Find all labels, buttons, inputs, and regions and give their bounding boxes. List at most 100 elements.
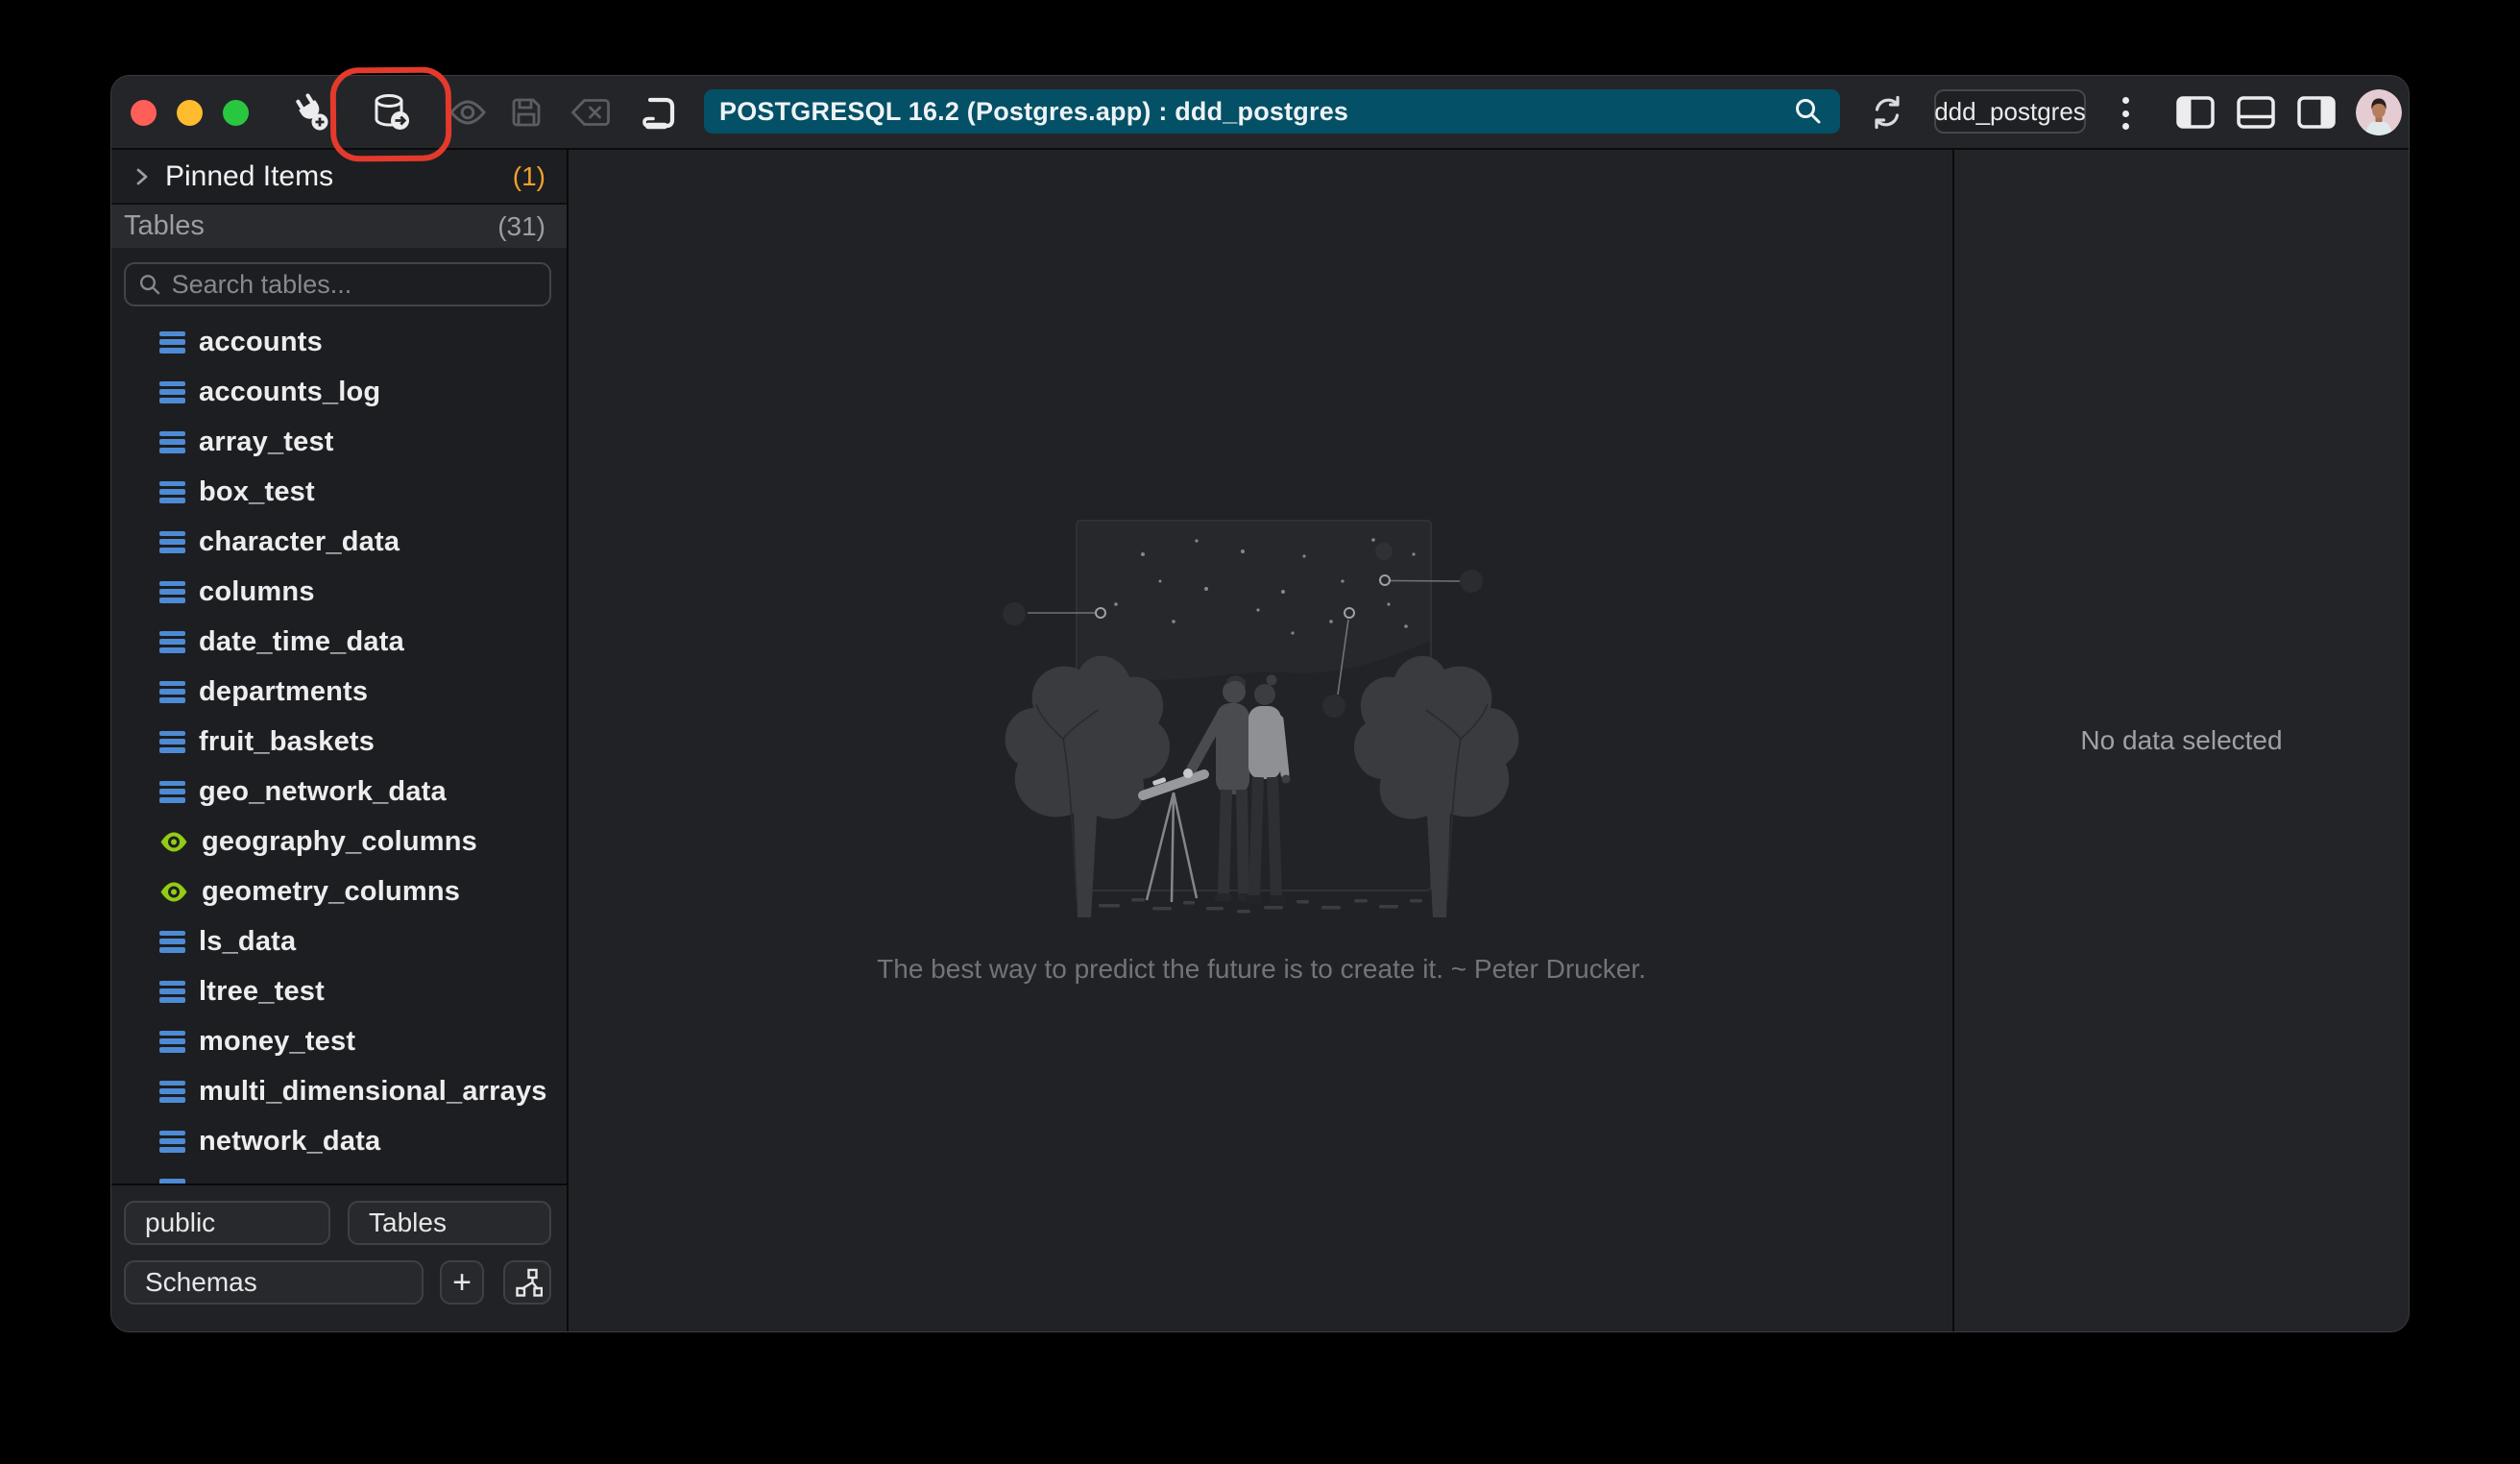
app-window: POSTGRESQL 16.2 (Postgres.app) : ddd_pos… <box>110 75 2410 1332</box>
detail-panel: No data selected <box>1952 150 2409 1331</box>
table-icon <box>159 331 185 354</box>
table-name: money_test <box>199 1026 355 1058</box>
table-row[interactable]: fruit_baskets <box>111 717 567 767</box>
table-icon <box>159 731 185 753</box>
table-icon <box>159 1081 185 1103</box>
schema-name: public <box>145 1208 215 1238</box>
table-icon <box>159 581 185 603</box>
table-name: box_test <box>199 476 315 508</box>
add-schema-button[interactable]: + <box>440 1260 484 1305</box>
toggle-left-panel-icon[interactable] <box>2176 96 2215 129</box>
table-row[interactable]: money_test <box>111 1016 567 1066</box>
schemas-label: Schemas <box>145 1267 257 1298</box>
minimize-window-button[interactable] <box>177 100 203 126</box>
table-name: geo_network_data <box>199 776 447 808</box>
table-row[interactable]: columns <box>111 567 567 617</box>
toggle-right-panel-icon[interactable] <box>2297 96 2336 129</box>
table-name: departments <box>199 676 368 708</box>
table-search-box[interactable] <box>124 262 551 306</box>
table-row[interactable]: array_test <box>111 417 567 467</box>
search-icon[interactable] <box>1792 95 1825 128</box>
table-name: accounts_log <box>199 377 380 408</box>
table-name: accounts <box>199 327 323 358</box>
table-name: ltree_test <box>199 976 325 1008</box>
schemas-button[interactable]: Schemas <box>124 1260 424 1305</box>
table-row[interactable]: ls_data <box>111 916 567 966</box>
avatar-photo <box>2356 89 2402 135</box>
database-switch-label: ddd_postgres <box>1934 97 2086 127</box>
tables-section-header[interactable]: Tables (31) <box>111 205 567 248</box>
tables-header-label: Tables <box>124 210 497 242</box>
table-icon <box>159 1131 185 1153</box>
table-name: multi_dimensional_arrays <box>199 1076 547 1108</box>
table-row[interactable]: accounts <box>111 317 567 367</box>
table-name: fruit_baskets <box>199 726 375 758</box>
toolbar: POSTGRESQL 16.2 (Postgres.app) : ddd_pos… <box>111 76 2409 150</box>
connection-title: POSTGRESQL 16.2 (Postgres.app) : ddd_pos… <box>719 97 1792 127</box>
search-icon <box>137 271 162 298</box>
table-icon <box>159 1031 185 1053</box>
sidebar-footer: public Tables Schemas + <box>111 1183 567 1331</box>
table-icon <box>159 431 185 453</box>
er-diagram-button[interactable] <box>503 1260 551 1305</box>
stargazing-illustration <box>955 497 1569 929</box>
table-row-clipped[interactable] <box>111 1166 567 1185</box>
table-row[interactable]: geography_columns <box>111 817 567 866</box>
preview-eye-icon[interactable] <box>448 97 487 128</box>
table-name: date_time_data <box>199 626 404 658</box>
table-icon <box>159 681 185 703</box>
table-name: geometry_columns <box>202 876 460 908</box>
plus-icon: + <box>452 1264 472 1302</box>
view-eye-icon <box>159 831 188 853</box>
table-icon <box>159 631 185 653</box>
table-name: ls_data <box>199 926 296 958</box>
table-name: network_data <box>199 1126 380 1158</box>
table-row[interactable]: accounts_log <box>111 367 567 417</box>
table-list: accounts accounts_log array_test box_testch… <box>111 317 567 1185</box>
table-name: character_data <box>199 526 400 558</box>
table-name: geography_columns <box>202 826 477 858</box>
tables-count: (31) <box>497 211 545 242</box>
search-input[interactable] <box>172 270 538 300</box>
table-row[interactable]: date_time_data <box>111 617 567 667</box>
table-icon <box>159 531 185 553</box>
save-icon[interactable] <box>508 94 545 131</box>
table-row[interactable]: ltree_test <box>111 966 567 1016</box>
sidebar: Pinned Items (1) Tables (31) accountsacc… <box>111 150 569 1331</box>
table-name: columns <box>199 576 315 608</box>
sql-scroll-icon[interactable] <box>641 92 679 133</box>
hierarchy-icon <box>512 1267 543 1298</box>
table-row[interactable]: geometry_columns <box>111 866 567 916</box>
pinned-items-count: (1) <box>513 161 545 192</box>
view-eye-icon <box>159 881 188 903</box>
table-row[interactable]: network_data <box>111 1116 567 1166</box>
table-row[interactable]: geo_network_data <box>111 767 567 817</box>
table-icon <box>159 481 185 503</box>
table-row[interactable]: departments <box>111 667 567 717</box>
pinned-items-label: Pinned Items <box>165 160 513 193</box>
entity-type-button[interactable]: Tables <box>348 1201 551 1245</box>
table-row[interactable]: box_test <box>111 467 567 517</box>
new-connection-plug-icon[interactable] <box>290 91 332 134</box>
more-options-kebab-icon[interactable] <box>2114 97 2137 130</box>
entity-type-label: Tables <box>369 1208 447 1238</box>
table-row[interactable]: character_data <box>111 517 567 567</box>
table-icon <box>159 781 185 803</box>
main-empty-state: The best way to predict the future is to… <box>570 150 1952 1331</box>
backspace-icon[interactable] <box>569 96 612 128</box>
user-avatar[interactable] <box>2356 89 2402 135</box>
chevron-right-icon <box>133 165 152 188</box>
database-switch-button[interactable]: ddd_postgres <box>1934 89 2086 134</box>
table-icon <box>159 981 185 1003</box>
close-window-button[interactable] <box>131 100 157 126</box>
table-row[interactable]: multi_dimensional_arrays <box>111 1066 567 1116</box>
table-name: array_test <box>199 427 334 458</box>
pinned-items-section[interactable]: Pinned Items (1) <box>111 150 567 205</box>
toggle-bottom-panel-icon[interactable] <box>2237 96 2275 129</box>
table-icon <box>159 381 185 403</box>
schema-selector-button[interactable]: public <box>124 1201 330 1245</box>
traffic-lights <box>131 100 249 126</box>
connection-title-bar[interactable]: POSTGRESQL 16.2 (Postgres.app) : ddd_pos… <box>704 89 1840 134</box>
refresh-icon[interactable] <box>1868 93 1906 132</box>
zoom-window-button[interactable] <box>223 100 249 126</box>
